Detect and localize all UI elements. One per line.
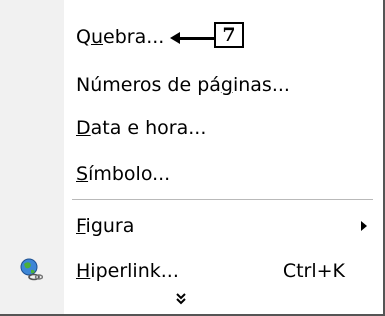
menu-item-data-e-hora-label: Data e hora... bbox=[76, 117, 207, 139]
menu-item-simbolo[interactable]: Símbolo... bbox=[0, 157, 381, 191]
globe-link-icon bbox=[20, 258, 43, 281]
menu-item-hiperlink[interactable]: Hiperlink... Ctrl+K bbox=[0, 254, 381, 288]
callout-number: 7 bbox=[214, 22, 244, 48]
hiperlink-shortcut: Ctrl+K bbox=[282, 260, 345, 282]
menu-item-numeros-de-paginas-label: Números de páginas... bbox=[76, 74, 290, 96]
menu-item-numeros-de-paginas[interactable]: Números de páginas... bbox=[0, 68, 381, 102]
double-chevron-down-icon[interactable] bbox=[174, 292, 188, 306]
menu-item-simbolo-label: Símbolo... bbox=[76, 163, 171, 185]
submenu-arrow-icon bbox=[361, 221, 367, 231]
insert-menu: Quebra... Números de páginas... Data e h… bbox=[0, 0, 385, 316]
callout-line bbox=[176, 37, 214, 40]
menu-item-hiperlink-label: Hiperlink... bbox=[76, 260, 179, 282]
menu-separator bbox=[72, 199, 373, 200]
menu-item-quebra-label: Quebra... bbox=[76, 26, 165, 48]
menu-item-data-e-hora[interactable]: Data e hora... bbox=[0, 111, 381, 145]
menu-item-figura-label: Figura bbox=[76, 215, 135, 237]
menu-item-figura[interactable]: Figura bbox=[0, 209, 381, 243]
